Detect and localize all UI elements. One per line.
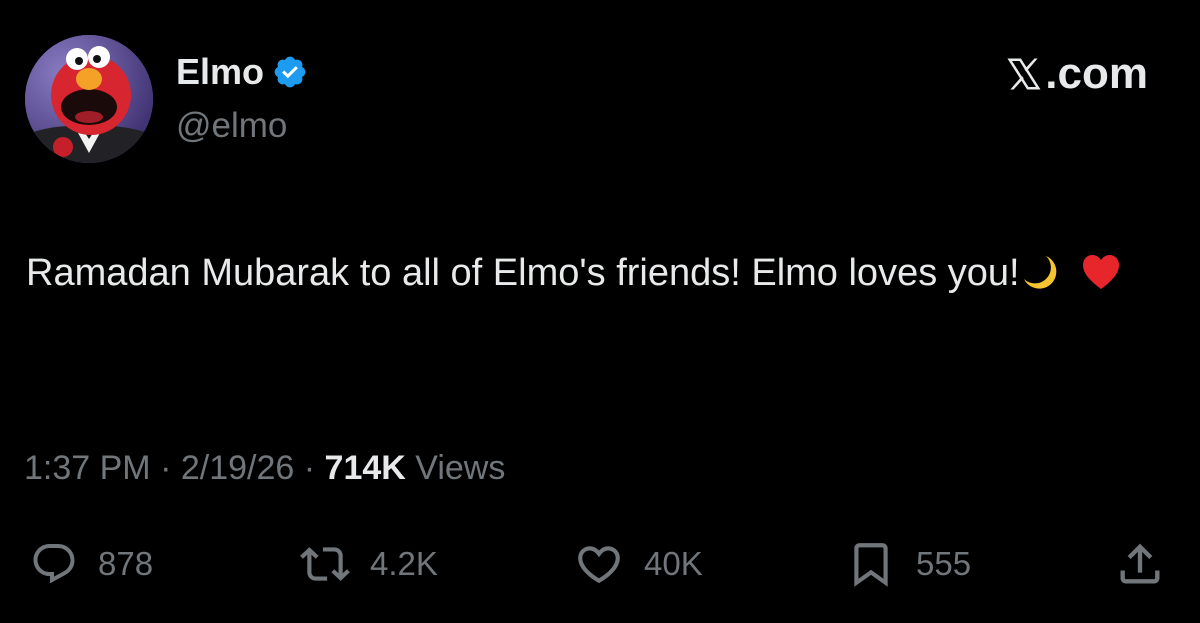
views-count[interactable]: 714K (325, 449, 406, 487)
crescent-moon-icon (1020, 248, 1060, 314)
bookmark-icon (854, 543, 888, 587)
name-row: Elmo (176, 50, 308, 94)
views-label[interactable]: Views (415, 449, 505, 487)
tweet-card: Elmo @elmo .com Ramadan Mubarak to all o… (0, 0, 1200, 623)
repost-button[interactable]: 4.2K (300, 538, 438, 590)
reply-icon (33, 544, 75, 584)
bookmark-count: 555 (916, 545, 972, 582)
bookmark-button[interactable]: 555 (846, 538, 971, 590)
reply-count: 878 (98, 545, 154, 582)
tweet-body: Ramadan Mubarak to all of Elmo's friends… (26, 240, 1156, 314)
tweet-metadata: 1:37 PM · 2/19/26 · 714K Views (24, 446, 505, 490)
brand-logo: .com (1005, 48, 1148, 100)
like-icon (578, 546, 620, 584)
repost-count: 4.2K (370, 545, 438, 582)
meta-separator: · (303, 449, 316, 487)
like-button[interactable]: 40K (574, 538, 703, 590)
red-heart-icon (1081, 248, 1121, 314)
x-logo-icon (1005, 55, 1043, 93)
reply-button[interactable]: 878 (30, 538, 153, 590)
avatar[interactable] (25, 35, 153, 163)
meta-separator: · (160, 449, 172, 487)
share-icon (1120, 543, 1160, 584)
like-count: 40K (644, 545, 703, 582)
tweet-text: Ramadan Mubarak to all of Elmo's friends… (26, 252, 1020, 294)
elmo-avatar-image (25, 35, 153, 163)
action-bar: 878 4.2K 40K 555 (0, 538, 1200, 590)
brand-domain-text: .com (1045, 49, 1148, 98)
tweet-date[interactable]: 2/19/26 (181, 449, 294, 487)
verified-badge-icon (272, 54, 308, 90)
repost-icon (300, 547, 350, 581)
display-name[interactable]: Elmo (176, 50, 264, 94)
share-button[interactable] (1114, 538, 1166, 590)
user-handle[interactable]: @elmo (176, 104, 287, 148)
tweet-time[interactable]: 1:37 PM (24, 449, 151, 487)
